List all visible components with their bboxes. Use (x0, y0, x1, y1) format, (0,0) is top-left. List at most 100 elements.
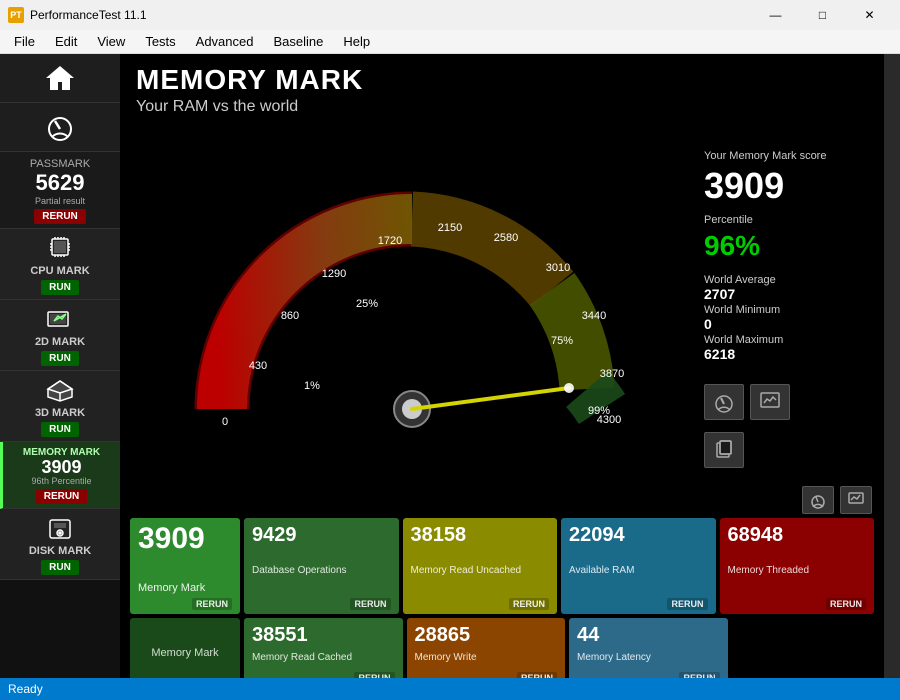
maximize-button[interactable]: □ (800, 0, 845, 30)
threaded-name: Memory Threaded (728, 565, 867, 576)
tile-avail-ram[interactable]: 22094 Available RAM RERUN (561, 518, 716, 614)
read-cached-rerun-button[interactable]: RERUN (354, 672, 394, 678)
svg-text:430: 430 (249, 360, 267, 372)
page-title: MEMORY MARK (136, 64, 868, 96)
main-rerun-button[interactable]: RERUN (192, 598, 232, 610)
tile-database[interactable]: 9429 Database Operations RERUN (244, 518, 399, 614)
world-average-value: 2707 (704, 286, 783, 302)
svg-text:860: 860 (281, 310, 299, 322)
passmark-partial: Partial result (35, 196, 85, 206)
disk-run-button[interactable]: RUN (41, 560, 79, 575)
write-name: Memory Write (415, 652, 558, 663)
speedometer-small-icon[interactable] (802, 486, 834, 514)
content-area: MEMORY MARK Your RAM vs the world (120, 54, 884, 678)
passmark-score: 5629 (36, 170, 85, 196)
read-uncached-score: 38158 (411, 524, 550, 547)
2d-label: 2D MARK (35, 336, 85, 348)
app-title: PerformanceTest 11.1 (30, 8, 147, 22)
scrollbar[interactable] (884, 54, 900, 678)
app-icon: PT (8, 7, 24, 23)
avail-ram-rerun-button[interactable]: RERUN (667, 598, 707, 610)
gauge-icon (42, 109, 78, 145)
avail-ram-name: Available RAM (569, 565, 708, 576)
menu-edit[interactable]: Edit (45, 30, 87, 54)
chart-icon-button[interactable] (750, 384, 790, 420)
world-minimum-value: 0 (704, 316, 783, 332)
cpu-run-button[interactable]: RUN (41, 280, 79, 295)
disk-label: DISK MARK (29, 545, 91, 557)
gauge-area: These are decorative 0 430 860 1290 1720… (120, 120, 884, 478)
db-rerun-button[interactable]: RERUN (350, 598, 390, 610)
svg-text:99%: 99% (588, 405, 610, 417)
sidebar: PASSMARK 5629 Partial result RERUN (0, 54, 120, 678)
svg-text:3010: 3010 (546, 262, 570, 274)
3d-run-button[interactable]: RUN (41, 422, 79, 437)
tile-write[interactable]: 28865 Memory Write RERUN (407, 618, 566, 678)
sidebar-item-3d: 3D MARK RUN (0, 371, 120, 442)
svg-text:2580: 2580 (494, 232, 518, 244)
threaded-rerun-button[interactable]: RERUN (826, 598, 866, 610)
avail-ram-score: 22094 (569, 524, 708, 547)
tile-memory-mark[interactable]: 3909 Memory Mark RERUN (130, 518, 240, 614)
main-score: 3909 (138, 524, 232, 554)
status-text: Ready (8, 682, 43, 696)
status-bar: Ready (0, 678, 900, 700)
menu-advanced[interactable]: Advanced (186, 30, 264, 54)
memory-rerun-button[interactable]: RERUN (36, 489, 88, 504)
main-name: Memory Mark (138, 582, 232, 594)
percentile-value: 96% (704, 232, 760, 260)
sidebar-item-cpu: CPU MARK RUN (0, 229, 120, 300)
sidebar-item-disk: DISK MARK RUN (0, 509, 120, 580)
menu-baseline[interactable]: Baseline (263, 30, 333, 54)
sidebar-item-passmark: PASSMARK 5629 Partial result RERUN (0, 152, 120, 229)
menu-tests[interactable]: Tests (135, 30, 185, 54)
tile-read-uncached[interactable]: 38158 Memory Read Uncached RERUN (403, 518, 558, 614)
tiles-row1: 3909 Memory Mark RERUN 9429 Database Ope… (130, 518, 874, 614)
page-subtitle: Your RAM vs the world (136, 98, 868, 116)
row2-filler (732, 618, 875, 678)
db-name: Database Operations (252, 565, 391, 576)
minimize-button[interactable]: — (753, 0, 798, 30)
read-uncached-rerun-button[interactable]: RERUN (509, 598, 549, 610)
latency-rerun-button[interactable]: RERUN (679, 672, 719, 678)
menu-help[interactable]: Help (333, 30, 380, 54)
bottom-tiles: 3909 Memory Mark RERUN 9429 Database Ope… (120, 478, 884, 678)
gauge-container: These are decorative 0 430 860 1290 1720… (130, 120, 694, 478)
title-bar: PT PerformanceTest 11.1 — □ ✕ (0, 0, 900, 30)
tile-threaded[interactable]: 68948 Memory Threaded RERUN (720, 518, 875, 614)
content-header: MEMORY MARK Your RAM vs the world (120, 54, 884, 120)
sidebar-item-gauge[interactable] (0, 103, 120, 152)
sidebar-item-memory: MEMORY MARK 3909 96th Percentile RERUN (0, 442, 120, 509)
home-icon (42, 60, 78, 96)
sidebar-item-2d: 2D MARK RUN (0, 300, 120, 371)
gauge-chart: These are decorative 0 430 860 1290 1720… (172, 159, 652, 439)
svg-text:75%: 75% (551, 335, 573, 347)
2d-run-button[interactable]: RUN (41, 351, 79, 366)
menu-file[interactable]: File (4, 30, 45, 54)
copy-icon-button[interactable] (704, 432, 744, 468)
score-value: 3909 (704, 168, 784, 204)
disk-icon (44, 515, 76, 543)
svg-text:2150: 2150 (438, 222, 462, 234)
world-maximum-value: 6218 (704, 346, 783, 362)
2d-icon (44, 306, 76, 334)
menu-view[interactable]: View (87, 30, 135, 54)
sidebar-item-home[interactable] (0, 54, 120, 103)
tile-latency[interactable]: 44 Memory Latency RERUN (569, 618, 728, 678)
passmark-rerun-button[interactable]: RERUN (34, 209, 86, 224)
menu-bar: File Edit View Tests Advanced Baseline H… (0, 30, 900, 54)
svg-text:3870: 3870 (600, 368, 624, 380)
write-rerun-button[interactable]: RERUN (517, 672, 557, 678)
cpu-icon (44, 235, 76, 263)
threaded-score: 68948 (728, 524, 867, 547)
close-button[interactable]: ✕ (847, 0, 892, 30)
svg-text:1290: 1290 (322, 268, 346, 280)
latency-name: Memory Latency (577, 652, 720, 663)
percentile-label: Percentile (704, 214, 753, 226)
3d-label: 3D MARK (35, 407, 85, 419)
linechart-small-icon[interactable] (840, 486, 872, 514)
speedometer-icon-button[interactable] (704, 384, 744, 420)
cpu-label: CPU MARK (30, 265, 89, 277)
tile-read-cached[interactable]: 38551 Memory Read Cached RERUN (244, 618, 403, 678)
svg-text:1720: 1720 (378, 235, 402, 247)
